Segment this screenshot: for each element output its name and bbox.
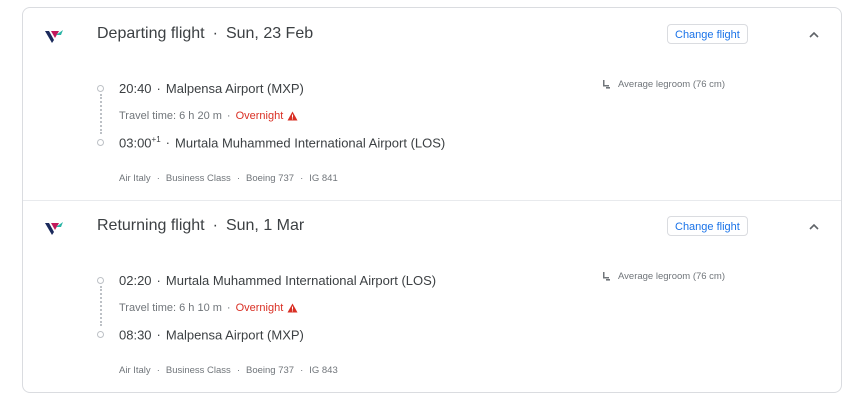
airline-name: Air Italy [119, 365, 151, 376]
warning-icon [287, 303, 298, 313]
separator-dot: · [212, 217, 218, 234]
cabin-class: Business Class [165, 365, 231, 376]
chevron-up-icon[interactable] [807, 220, 821, 234]
legroom-info: Average legroom (76 cm) [601, 79, 725, 90]
flight-heading: Departing flight · Sun, 23 Feb [97, 25, 313, 43]
flight-direction-label: Departing flight [97, 25, 205, 42]
flight-details-row: Air Italy · Business Class · Boeing 737 · IG 8… [119, 365, 338, 376]
arrival-airport: Murtala Muhammed International Airport (… [175, 135, 446, 151]
arrival-row: 03:00+1 · Murtala Muhammed International A… [119, 135, 446, 151]
returning-flight-section: Returning flight · Sun, 1 Mar Change fligh… [23, 200, 841, 392]
overnight-label: Overnight [235, 302, 284, 314]
flight-heading: Returning flight · Sun, 1 Mar [97, 217, 304, 235]
travel-time: Travel time: 6 h 10 m [119, 302, 222, 314]
seat-icon [603, 272, 610, 281]
change-flight-button[interactable]: Change flight [667, 24, 748, 44]
arrival-airport: Malpensa Airport (MXP) [165, 327, 304, 343]
arrival-time: 08:30 [119, 327, 152, 343]
chevron-up-icon[interactable] [807, 28, 821, 42]
change-flight-button[interactable]: Change flight [667, 216, 748, 236]
warning-icon [287, 111, 298, 121]
seat-icon [603, 80, 610, 89]
airline-name: Air Italy [119, 173, 151, 184]
timeline-end-dot [97, 331, 104, 338]
cabin-class: Business Class [165, 173, 231, 184]
arrival-row: 08:30 · Malpensa Airport (MXP) [119, 327, 304, 343]
aircraft-type: Boeing 737 [245, 173, 295, 184]
departure-row: 20:40 · Malpensa Airport (MXP) [119, 81, 304, 96]
overnight-label: Overnight [235, 110, 284, 122]
flight-number: IG 843 [309, 365, 338, 376]
travel-time-row: Travel time: 6 h 10 m · Overnight [119, 302, 298, 314]
flight-number: IG 841 [309, 173, 338, 184]
legroom-label: Average legroom (76 cm) [618, 79, 726, 90]
flight-details-card: Departing flight · Sun, 23 Feb Change flig… [22, 7, 842, 393]
departing-flight-section: Departing flight · Sun, 23 Feb Change flig… [23, 8, 841, 201]
separator-dot: · [212, 25, 218, 42]
legroom-info: Average legroom (76 cm) [601, 271, 725, 282]
departure-time: 02:20 [119, 273, 152, 288]
travel-time: Travel time: 6 h 20 m [119, 110, 222, 122]
legroom-label: Average legroom (76 cm) [618, 271, 726, 282]
timeline-line [100, 286, 102, 326]
timeline-line [100, 94, 102, 134]
air-italy-logo-icon [45, 222, 63, 235]
arrival-day-offset: +1 [151, 135, 161, 144]
flight-date: Sun, 1 Mar [225, 217, 305, 234]
timeline-start-dot [97, 85, 104, 92]
aircraft-type: Boeing 737 [245, 365, 295, 376]
timeline-end-dot [97, 139, 104, 146]
travel-time-row: Travel time: 6 h 20 m · Overnight [119, 110, 298, 122]
air-italy-logo-icon [45, 30, 63, 43]
departure-row: 02:20 · Murtala Muhammed International Air… [119, 273, 437, 288]
departure-airport: Malpensa Airport (MXP) [165, 81, 304, 96]
departure-airport: Murtala Muhammed International Airport (… [165, 273, 437, 288]
flight-details-row: Air Italy · Business Class · Boeing 737 · IG 8… [119, 173, 338, 184]
timeline-start-dot [97, 277, 104, 284]
flight-direction-label: Returning flight [97, 217, 205, 234]
flight-date: Sun, 23 Feb [225, 25, 314, 42]
departure-time: 20:40 [119, 81, 152, 96]
arrival-time: 03:00 [119, 135, 152, 151]
